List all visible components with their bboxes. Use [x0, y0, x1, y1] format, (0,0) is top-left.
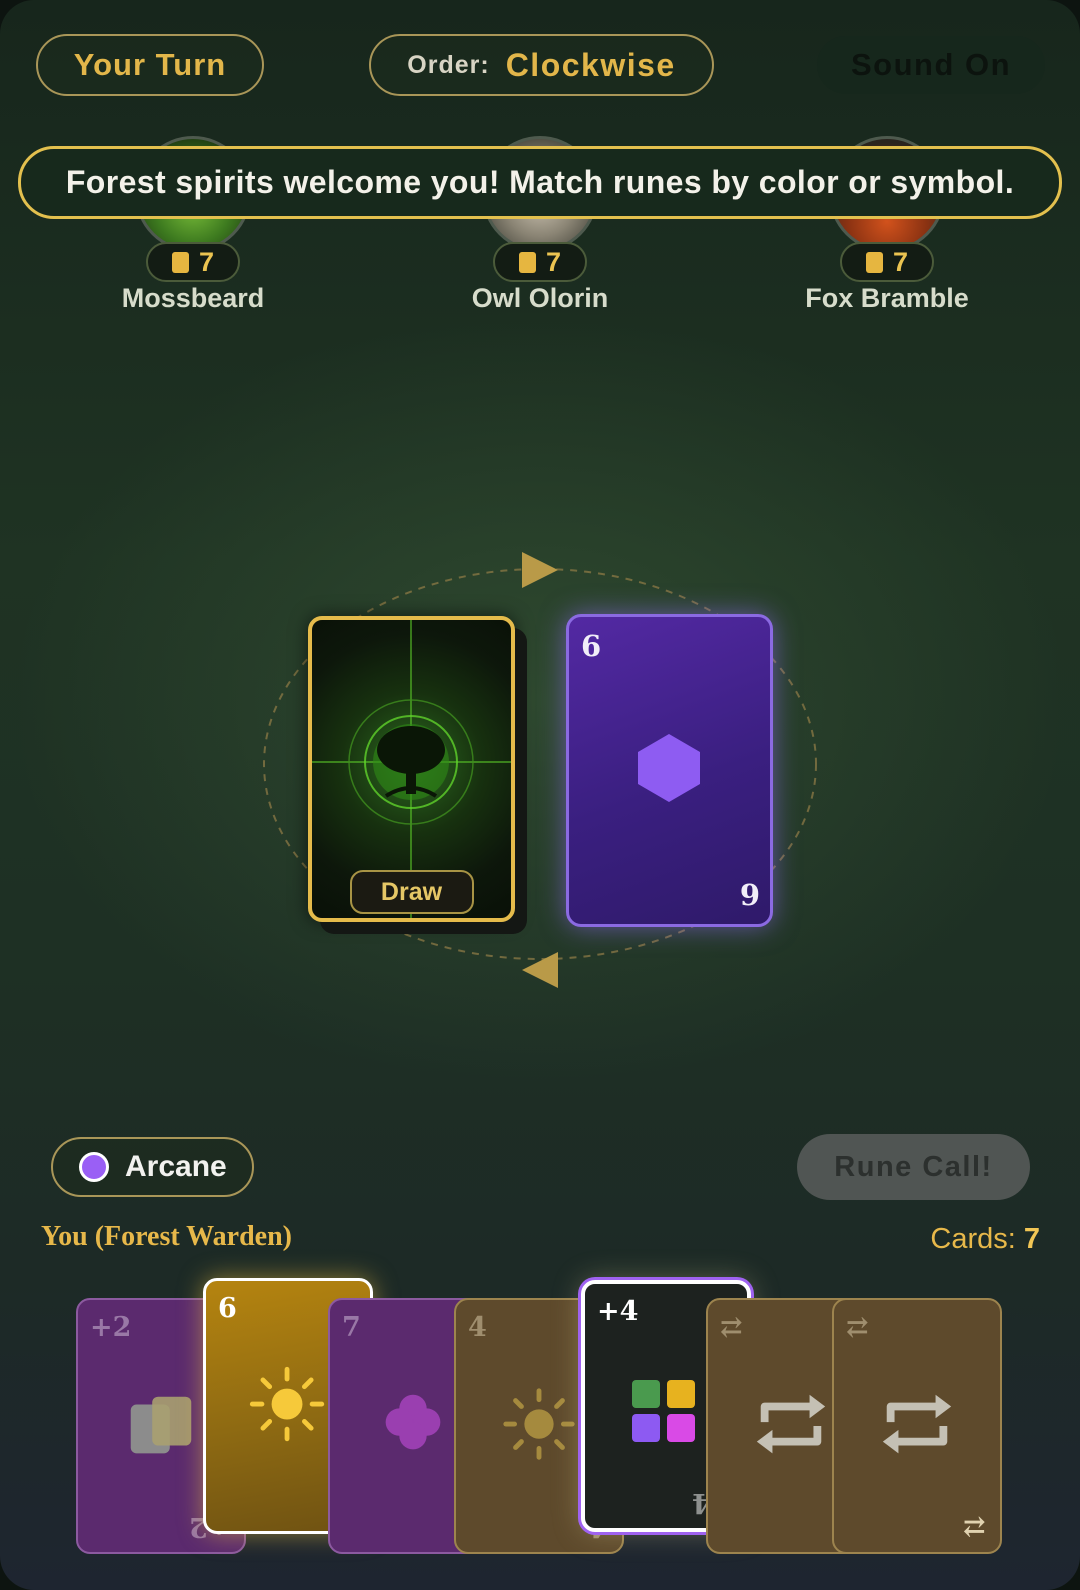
cards-count-value: 7 [1023, 1223, 1040, 1255]
draw-pile[interactable]: Draw [308, 616, 515, 922]
card-bottom-value: ⇄ [963, 1511, 986, 1542]
rune-call-label: Rune Call! [834, 1150, 993, 1183]
hand-card-count: Cards: 7 [930, 1223, 1040, 1256]
player-label: You (Forest Warden) [41, 1221, 292, 1252]
card-bottom-value: 9 [739, 878, 760, 912]
rune-call-button[interactable]: Rune Call! [797, 1134, 1030, 1200]
direction-arrow-icon [522, 552, 558, 588]
draw-label: Draw [349, 870, 474, 914]
hand-card-reverse[interactable]: ⇄ ⇄ [832, 1298, 1002, 1554]
color-dot [79, 1152, 109, 1182]
game-board: Your Turn Order: Clockwise Sound On 7 Mo… [0, 0, 1080, 1590]
current-color-name: Arcane [125, 1150, 227, 1183]
cards-prefix: Cards: [930, 1223, 1016, 1255]
discard-pile-top-card: 6 9 [566, 614, 773, 927]
direction-arrow-icon [522, 952, 558, 988]
current-color-indicator: Arcane [51, 1137, 254, 1197]
